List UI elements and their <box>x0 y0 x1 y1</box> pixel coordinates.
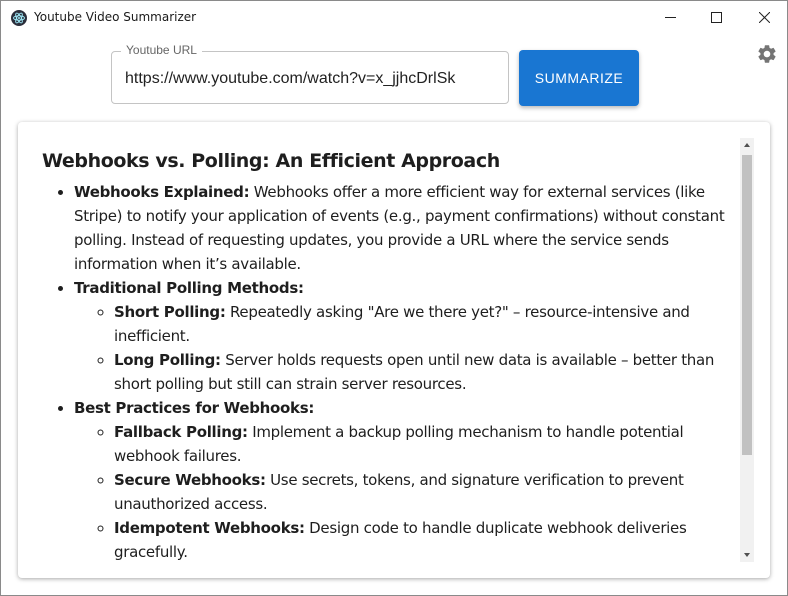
scroll-down-arrow-icon[interactable] <box>740 548 754 562</box>
item-label: Idempotent Webhooks: <box>114 519 305 537</box>
electron-atom-icon <box>11 10 27 26</box>
maximize-button[interactable] <box>693 1 739 34</box>
close-button[interactable] <box>741 1 787 34</box>
gear-icon[interactable] <box>756 43 778 65</box>
item-label: Secure Webhooks: <box>114 471 266 489</box>
item-label: Best Practices for Webhooks: <box>74 399 315 417</box>
scrollbar-thumb[interactable] <box>742 155 752 455</box>
title-bar[interactable]: Youtube Video Summarizer <box>1 1 787 34</box>
sub-list-item: Secure Webhooks: Use secrets, tokens, an… <box>114 468 738 516</box>
item-label: Short Polling: <box>114 303 226 321</box>
minimize-icon <box>664 17 676 18</box>
sub-list-item: Short Polling: Repeatedly asking "Are we… <box>114 300 738 348</box>
main-content: Youtube URL https://www.youtube.com/watc… <box>1 34 787 595</box>
list-item: Traditional Polling Methods: Short Polli… <box>74 276 738 396</box>
scroll-up-arrow-icon[interactable] <box>740 138 754 152</box>
sub-list-item: Fallback Polling: Implement a backup pol… <box>114 420 738 468</box>
item-label: Traditional Polling Methods: <box>74 279 304 297</box>
summary-panel: Webhooks vs. Polling: An Efficient Appro… <box>18 122 770 578</box>
summary-content[interactable]: Webhooks vs. Polling: An Efficient Appro… <box>42 138 738 561</box>
youtube-url-field[interactable]: Youtube URL https://www.youtube.com/watc… <box>111 43 509 104</box>
item-label: Fallback Polling: <box>114 423 248 441</box>
item-label: Long Polling: <box>114 351 221 369</box>
close-icon <box>758 12 770 23</box>
list-item: Best Practices for Webhooks: Fallback Po… <box>74 396 738 561</box>
list-item: Webhooks Explained: Webhooks offer a mor… <box>74 180 738 276</box>
summarize-button[interactable]: SUMMARIZE <box>519 50 639 106</box>
sub-list-item: Idempotent Webhooks: Design code to hand… <box>114 516 738 561</box>
window-title: Youtube Video Summarizer <box>34 10 197 24</box>
sub-list-item: Long Polling: Server holds requests open… <box>114 348 738 396</box>
sub-list: Short Polling: Repeatedly asking "Are we… <box>74 300 738 396</box>
minimize-button[interactable] <box>647 1 693 34</box>
sub-list: Fallback Polling: Implement a backup pol… <box>74 420 738 561</box>
item-label: Webhooks Explained: <box>74 183 250 201</box>
vertical-scrollbar[interactable] <box>740 138 754 562</box>
youtube-url-input[interactable]: https://www.youtube.com/watch?v=x_jjhcDr… <box>125 70 455 88</box>
app-window: Youtube Video Summarizer Youtube URL htt… <box>0 0 788 596</box>
summary-list: Webhooks Explained: Webhooks offer a mor… <box>42 180 738 561</box>
youtube-url-label: Youtube URL <box>121 43 202 57</box>
summary-heading: Webhooks vs. Polling: An Efficient Appro… <box>42 150 500 172</box>
maximize-icon <box>710 12 722 23</box>
